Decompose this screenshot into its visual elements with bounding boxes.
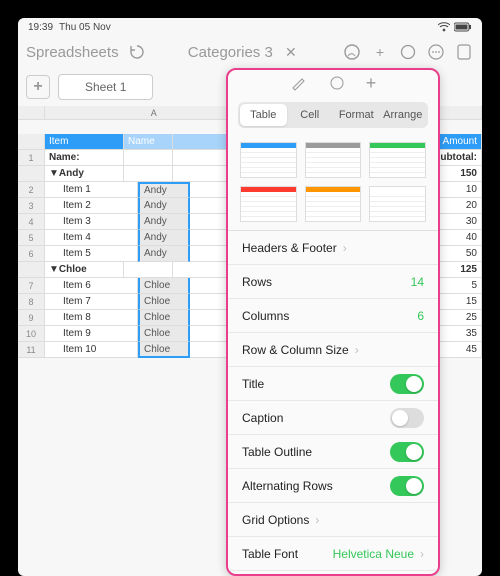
- table-header[interactable]: Name: [124, 134, 173, 150]
- chevron-right-icon: ›: [315, 513, 319, 527]
- chevron-right-icon: ›: [355, 343, 359, 357]
- row-headers-footer[interactable]: Headers & Footer›: [228, 231, 438, 265]
- table-style[interactable]: [240, 142, 297, 178]
- row-row-column-size[interactable]: Row & Column Size›: [228, 333, 438, 367]
- status-date: Thu 05 Nov: [59, 22, 111, 33]
- row-table-outline: Table Outline: [228, 435, 438, 469]
- status-time: 19:39: [28, 22, 53, 33]
- seg-arrange[interactable]: Arrange: [380, 104, 427, 126]
- row-table-font[interactable]: Table FontHelvetica Neue›: [228, 537, 438, 571]
- row-number[interactable]: 1: [18, 150, 45, 166]
- cell[interactable]: Name:: [45, 150, 124, 166]
- caption-toggle[interactable]: [390, 408, 424, 428]
- tools-icon[interactable]: ✕: [281, 42, 301, 62]
- table-style[interactable]: [369, 186, 426, 222]
- outline-toggle[interactable]: [390, 442, 424, 462]
- share-icon[interactable]: [398, 42, 418, 62]
- table-styles: [228, 134, 438, 230]
- brush-icon[interactable]: [342, 42, 362, 62]
- table-style[interactable]: [240, 186, 297, 222]
- brush-icon[interactable]: [290, 74, 308, 92]
- undo-icon[interactable]: [127, 42, 147, 62]
- format-tabs: Table Cell Format Arrange: [238, 102, 428, 128]
- more-icon[interactable]: [426, 42, 446, 62]
- row-grid-options[interactable]: Grid Options›: [228, 503, 438, 537]
- row-table-font-size: Table Font Size−+: [228, 571, 438, 576]
- title-toggle[interactable]: [390, 374, 424, 394]
- back-label[interactable]: Spreadsheets: [26, 44, 119, 61]
- sheet-tab[interactable]: Sheet 1: [58, 74, 153, 100]
- group-toggle[interactable]: ▼ Andy: [45, 166, 124, 182]
- doc-title[interactable]: Categories 3: [188, 44, 273, 61]
- seg-cell[interactable]: Cell: [287, 104, 334, 126]
- seg-table[interactable]: Table: [240, 104, 287, 126]
- seg-format[interactable]: Format: [333, 104, 380, 126]
- status-bar: 19:39 Thu 05 Nov: [18, 18, 482, 36]
- app-toolbar: Spreadsheets Categories 3 ✕ +: [18, 36, 482, 68]
- row-columns[interactable]: Columns6: [228, 299, 438, 333]
- table-style[interactable]: [305, 186, 362, 222]
- row-alternating: Alternating Rows: [228, 469, 438, 503]
- note-icon[interactable]: [454, 42, 474, 62]
- row-title: Title: [228, 367, 438, 401]
- brush2-icon[interactable]: [328, 74, 346, 92]
- chevron-right-icon: ›: [343, 241, 347, 255]
- group-toggle[interactable]: ▼ Chloe: [45, 262, 124, 278]
- sheet-tab-label: Sheet 1: [85, 80, 126, 94]
- battery-icon: [454, 22, 472, 32]
- row-rows[interactable]: Rows14: [228, 265, 438, 299]
- alt-rows-toggle[interactable]: [390, 476, 424, 496]
- plus-icon[interactable]: +: [366, 73, 377, 94]
- table-style[interactable]: [305, 142, 362, 178]
- wifi-icon: [438, 22, 450, 32]
- add-sheet-button[interactable]: +: [26, 75, 50, 99]
- row-caption: Caption: [228, 401, 438, 435]
- format-panel: + Table Cell Format Arrange Headers & Fo…: [226, 68, 440, 576]
- plus-icon[interactable]: +: [370, 42, 390, 62]
- table-style[interactable]: [369, 142, 426, 178]
- chevron-right-icon: ›: [420, 547, 424, 561]
- table-header[interactable]: Item: [45, 134, 124, 150]
